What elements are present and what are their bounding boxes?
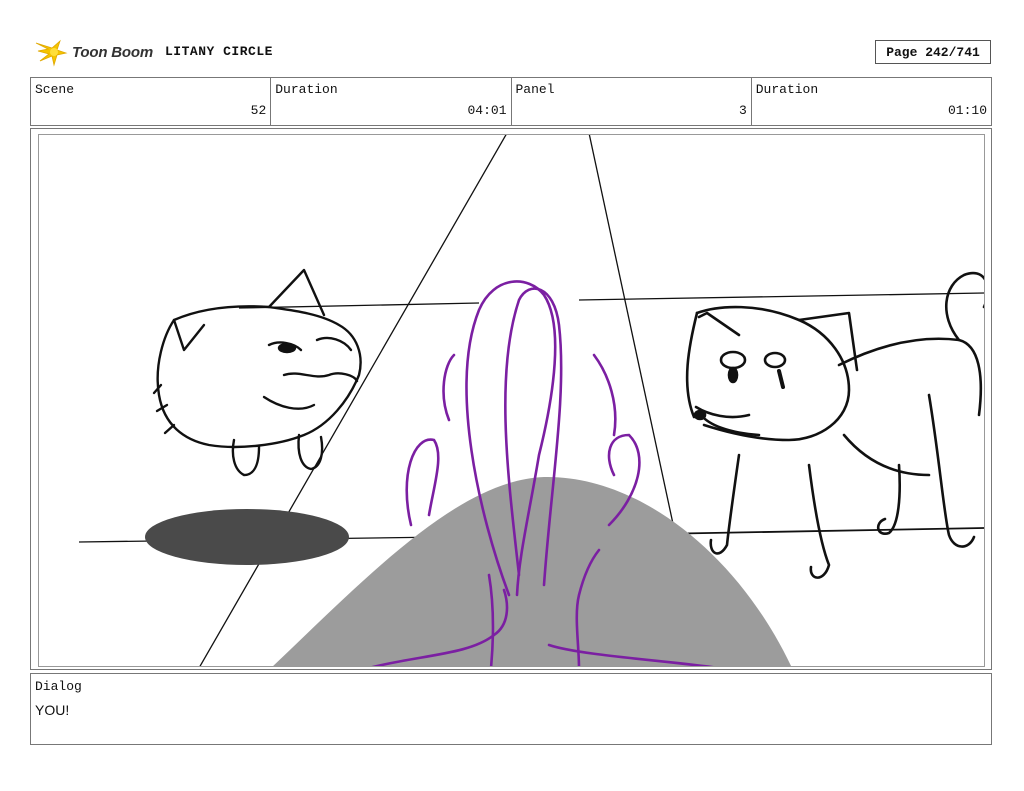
gray-mound xyxy=(273,476,792,666)
scene-cell: Scene 52 xyxy=(31,78,272,125)
toon-boom-star-icon xyxy=(35,39,68,67)
panel-duration-value: 01:10 xyxy=(947,103,987,118)
scene-duration-value: 04:01 xyxy=(467,103,507,118)
scene-label: Scene xyxy=(35,82,75,97)
project-title: LITANY CIRCLE xyxy=(165,44,273,59)
panel-drawing-area xyxy=(38,134,985,667)
dialog-box: Dialog YOU! xyxy=(30,673,992,745)
scene-duration-cell: Duration 04:01 xyxy=(271,78,512,125)
panel-cell: Panel 3 xyxy=(512,78,752,125)
panel-value: 3 xyxy=(738,103,747,118)
panel-duration-label: Duration xyxy=(755,82,819,97)
fluffy-cat-sketch xyxy=(152,268,362,477)
scene-value: 52 xyxy=(250,103,267,118)
dialog-label: Dialog xyxy=(35,679,82,694)
panel-duration-cell: Duration 01:10 xyxy=(752,78,991,125)
toon-boom-logo: Toon Boom xyxy=(34,36,158,68)
storyboard-sketch xyxy=(78,135,984,666)
scene-duration-label: Duration xyxy=(275,82,338,97)
cat-shadow xyxy=(145,509,349,565)
logo-text: Toon Boom xyxy=(72,43,153,61)
page-indicator: Page 242/741 xyxy=(875,40,991,64)
horizon-line-right xyxy=(578,292,984,301)
storyboard-header: Toon Boom LITANY CIRCLE Page 242/741 xyxy=(0,0,1024,76)
scene-info-row: Scene 52 Duration 04:01 Panel 3 Duration… xyxy=(30,77,992,126)
panel-label: Panel xyxy=(515,82,555,97)
dialog-text: YOU! xyxy=(35,702,70,718)
